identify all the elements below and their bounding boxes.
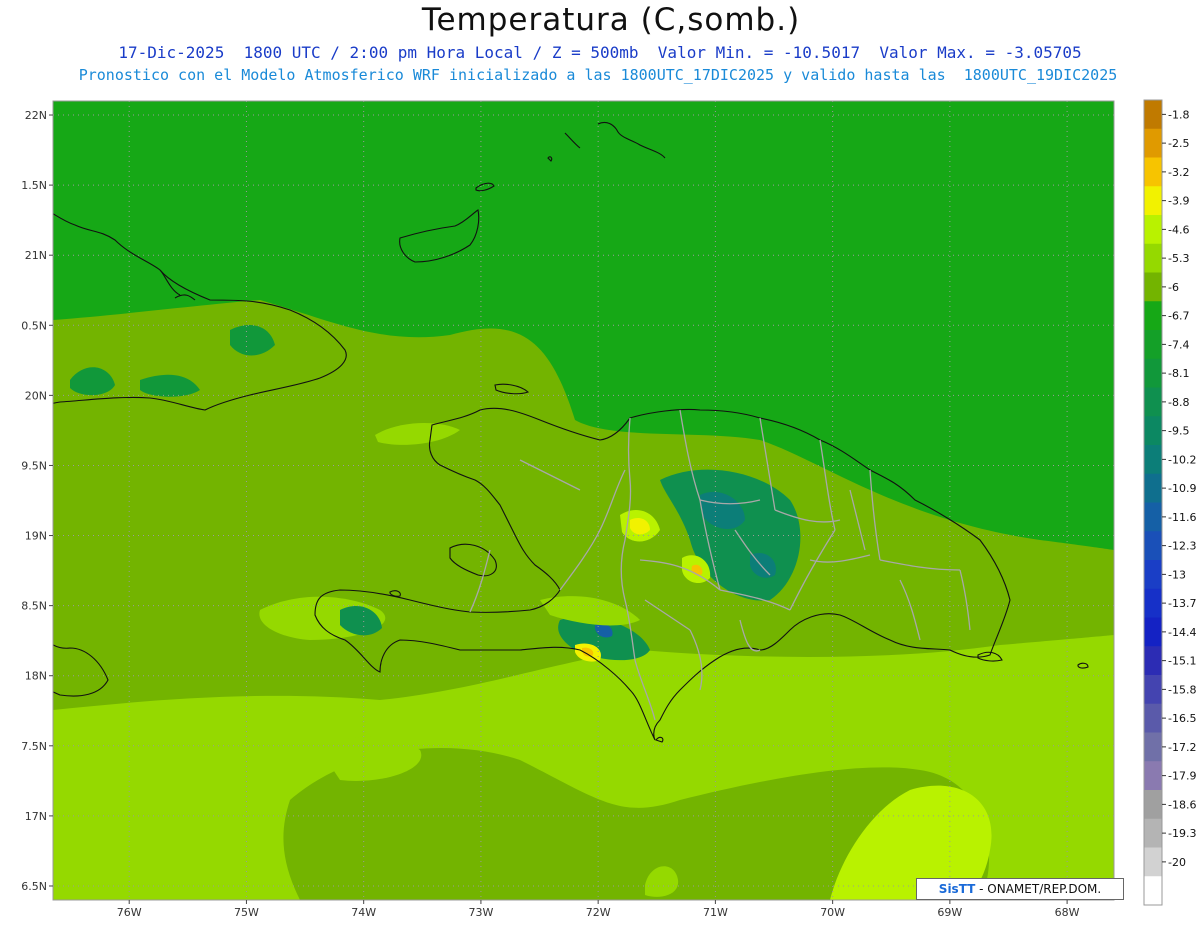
colorbar-swatch	[1144, 301, 1162, 331]
colorbar-label: -11.6	[1168, 511, 1196, 524]
colorbar-swatch	[1144, 617, 1162, 647]
colorbar-label: -14.4	[1168, 626, 1196, 639]
longitude-labels: 76W 75W 74W 73W 72W 71W 70W 69W 68W	[117, 900, 1080, 919]
colorbar-swatch	[1144, 387, 1162, 417]
lon-tick-label: 68W	[1055, 906, 1080, 919]
colorbar-swatch	[1144, 560, 1162, 590]
colorbar-label: -17.2	[1168, 741, 1196, 754]
latitude-labels: 22N 1.5N 21N 0.5N 20N 9.5N 19N 8.5N 18N 7.5N 17N 6.…	[21, 109, 53, 893]
lon-tick-label: 76W	[117, 906, 142, 919]
colorbar-swatch	[1144, 100, 1162, 130]
colorbar-swatch	[1144, 703, 1162, 733]
temperature-map: 22N 1.5N 21N 0.5N 20N 9.5N 19N 8.5N 18N 7.5N 17N 6.…	[21, 99, 1196, 919]
colorbar-label: -6	[1168, 281, 1179, 294]
colorbar-swatch	[1144, 416, 1162, 446]
colorbar-label: -19.3	[1168, 827, 1196, 840]
colorbar-swatch	[1144, 272, 1162, 302]
lon-tick-label: 70W	[820, 906, 845, 919]
colorbar-label: -10.2	[1168, 453, 1196, 466]
colorbar-label: -17.9	[1168, 770, 1196, 783]
lat-tick-label: 18N	[25, 670, 47, 683]
colorbar-swatch	[1144, 330, 1162, 360]
colorbar-label: -7.4	[1168, 338, 1189, 351]
colorbar-swatch	[1144, 502, 1162, 532]
sistt-logo: SisTT	[938, 882, 976, 896]
colorbar-swatch	[1144, 847, 1162, 877]
colorbar-swatch	[1144, 876, 1162, 906]
colorbar-label: -16.5	[1168, 712, 1196, 725]
colorbar-label: -13.7	[1168, 597, 1196, 610]
colorbar-swatch	[1144, 761, 1162, 791]
colorbar-label: -4.6	[1168, 223, 1189, 236]
colorbar-label: -12.3	[1168, 540, 1196, 553]
colorbar-label: -3.9	[1168, 195, 1189, 208]
lat-tick-label: 0.5N	[21, 319, 47, 332]
colorbar-swatch	[1144, 157, 1162, 187]
lat-tick-label: 6.5N	[21, 880, 47, 893]
lat-tick-label: 8.5N	[21, 600, 47, 613]
colorbar-swatch	[1144, 358, 1162, 388]
lon-tick-label: 72W	[586, 906, 611, 919]
colorbar-swatch	[1144, 732, 1162, 762]
credit-box: SisTT - ONAMET/REP.DOM.	[916, 878, 1124, 900]
lon-tick-label: 69W	[937, 906, 962, 919]
colorbar-label: -8.8	[1168, 396, 1189, 409]
colorbar-swatch	[1144, 445, 1162, 475]
colorbar-label: -18.6	[1168, 798, 1196, 811]
temperature-field	[53, 101, 1114, 900]
lat-tick-label: 20N	[25, 389, 47, 402]
colorbar-label: -13	[1168, 568, 1186, 581]
colorbar-swatch	[1144, 473, 1162, 503]
colorbar-swatch	[1144, 646, 1162, 676]
colorbar-label: -2.5	[1168, 137, 1189, 150]
colorbar-label: -1.8	[1168, 108, 1189, 121]
colorbar-swatch	[1144, 675, 1162, 705]
lon-tick-label: 74W	[351, 906, 376, 919]
colorbar: -1.8 -2.5 -3.2 -3.9 -4.6 -5.3 -6 -6.7 -7.4 -8.1 -8…	[1143, 99, 1196, 906]
lon-tick-label: 71W	[703, 906, 728, 919]
colorbar-label: -5.3	[1168, 252, 1189, 265]
lon-tick-label: 75W	[234, 906, 259, 919]
colorbar-label: -8.1	[1168, 367, 1189, 380]
colorbar-label: -15.1	[1168, 655, 1196, 668]
colorbar-swatch	[1144, 128, 1162, 158]
colorbar-swatch	[1144, 531, 1162, 561]
lat-tick-label: 17N	[25, 810, 47, 823]
colorbar-label: -20	[1168, 856, 1186, 869]
colorbar-swatch	[1144, 790, 1162, 820]
colorbar-swatch	[1144, 588, 1162, 618]
lat-tick-label: 7.5N	[21, 740, 47, 753]
colorbar-label: -6.7	[1168, 310, 1189, 323]
colorbar-swatch	[1144, 186, 1162, 216]
lat-tick-label: 21N	[25, 249, 47, 262]
lat-tick-label: 19N	[25, 530, 47, 543]
lat-tick-label: 22N	[25, 109, 47, 122]
lon-tick-label: 73W	[468, 906, 493, 919]
lat-tick-label: 9.5N	[21, 459, 47, 472]
lat-tick-label: 1.5N	[21, 179, 47, 192]
colorbar-swatch	[1144, 243, 1162, 273]
credit-text: - ONAMET/REP.DOM.	[975, 882, 1102, 896]
colorbar-label: -10.9	[1168, 482, 1196, 495]
colorbar-label: -9.5	[1168, 425, 1189, 438]
colorbar-swatch	[1144, 818, 1162, 848]
colorbar-label: -15.8	[1168, 683, 1196, 696]
colorbar-swatch	[1144, 215, 1162, 245]
colorbar-label: -3.2	[1168, 166, 1189, 179]
